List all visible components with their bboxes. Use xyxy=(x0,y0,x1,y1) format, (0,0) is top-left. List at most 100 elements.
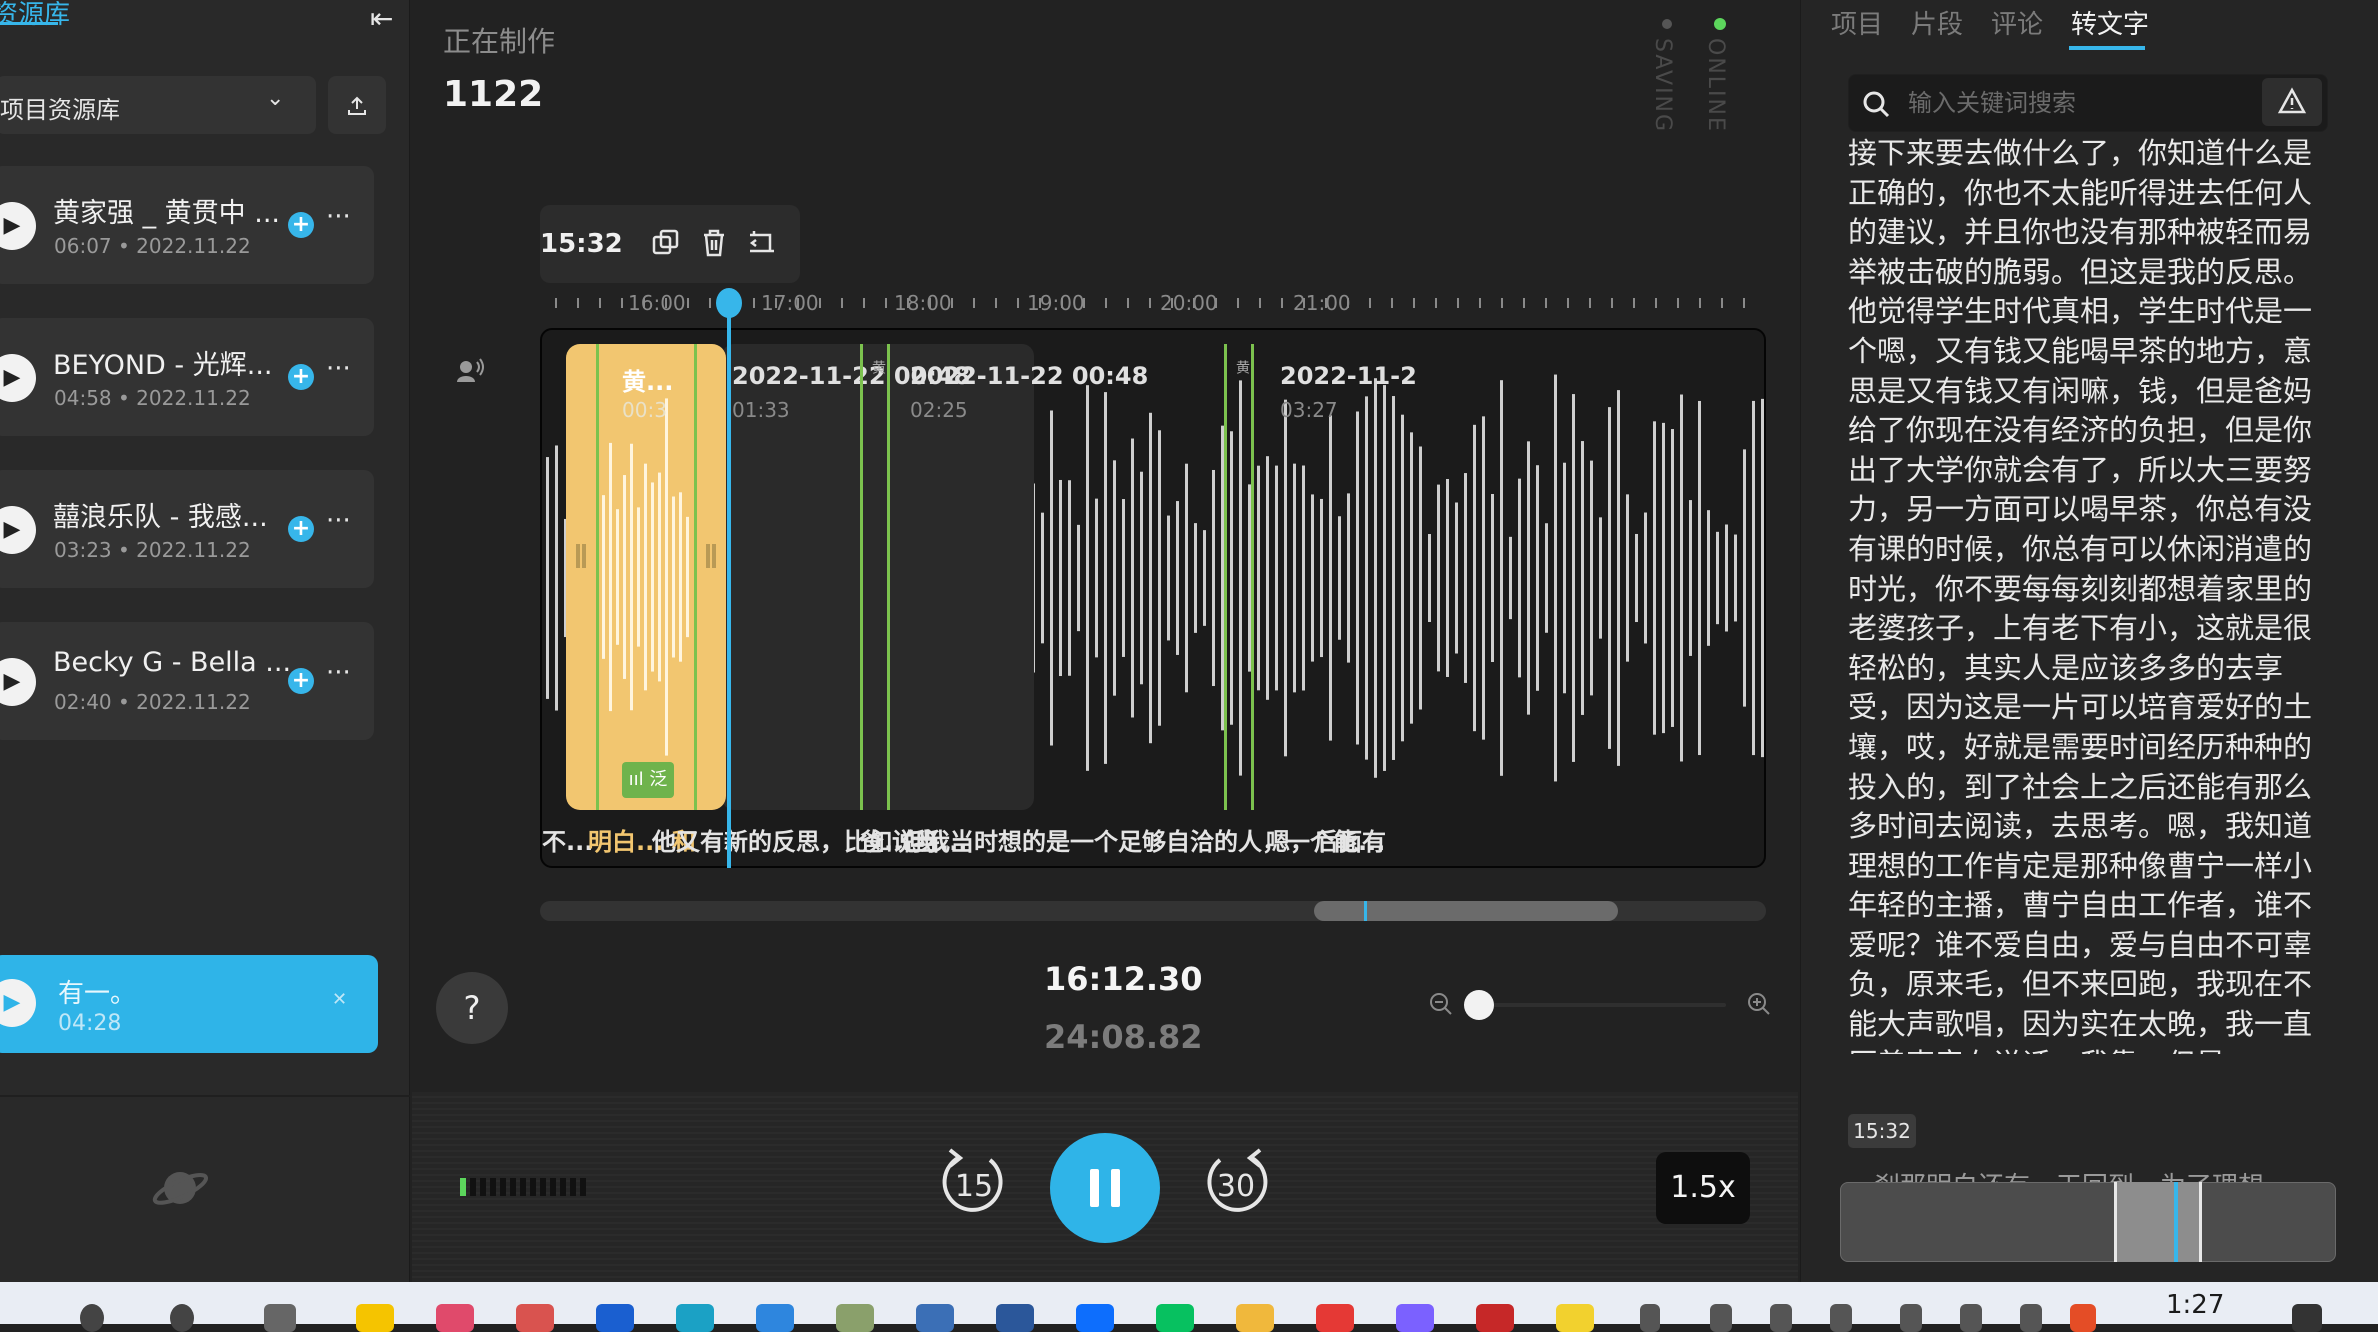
zoom-out-icon[interactable] xyxy=(1428,991,1454,1017)
warning-icon xyxy=(2277,87,2307,114)
now-playing-card[interactable]: ▶ 有一。 04:28 ✕ xyxy=(0,955,378,1053)
app-icon[interactable] xyxy=(2070,1304,2096,1332)
transcript-snippet[interactable]: 不... xyxy=(542,822,593,857)
planet-icon[interactable] xyxy=(150,1158,210,1218)
cortana-icon[interactable] xyxy=(170,1304,194,1332)
more-options-icon[interactable]: ··· xyxy=(326,202,351,232)
close-icon[interactable]: ✕ xyxy=(332,989,347,1010)
ime-icon[interactable] xyxy=(2020,1304,2042,1332)
search-icon[interactable] xyxy=(80,1304,104,1332)
app-icon[interactable] xyxy=(1076,1304,1114,1332)
clip[interactable]: 2022-11-2 03:27 xyxy=(1264,344,1764,810)
tray-icon[interactable] xyxy=(1710,1304,1732,1332)
play-icon[interactable]: ▶ xyxy=(0,506,36,554)
playback-speed-button[interactable]: 1.5x xyxy=(1656,1152,1750,1224)
collapse-sidebar-icon[interactable]: ⇤ xyxy=(370,2,393,35)
playhead[interactable] xyxy=(727,298,731,868)
marker-clip[interactable]: 黄 xyxy=(1224,344,1254,810)
tab-segments[interactable]: 片段 xyxy=(1911,4,1963,41)
zoom-in-icon[interactable] xyxy=(1746,991,1772,1017)
add-track-button[interactable]: + xyxy=(288,668,314,694)
zoom-slider[interactable] xyxy=(1476,1003,1726,1007)
add-track-button[interactable]: + xyxy=(288,364,314,390)
app-icon[interactable] xyxy=(836,1304,874,1332)
word-icon[interactable] xyxy=(996,1304,1034,1332)
app-icon[interactable] xyxy=(756,1304,794,1332)
add-track-button[interactable]: + xyxy=(288,212,314,238)
minimap-playhead xyxy=(2174,1182,2178,1262)
more-options-icon[interactable]: ··· xyxy=(326,354,351,384)
wechat-icon[interactable] xyxy=(1156,1304,1194,1332)
library-select[interactable]: 项目资源库 ⌄ xyxy=(0,76,316,134)
app-icon[interactable] xyxy=(916,1304,954,1332)
playhead-handle[interactable] xyxy=(716,288,742,318)
crop-icon[interactable] xyxy=(744,225,780,261)
app-icon[interactable] xyxy=(676,1304,714,1332)
timeline-scrollbar-thumb[interactable] xyxy=(1314,901,1618,921)
zoom-slider-handle[interactable] xyxy=(1464,990,1494,1020)
more-options-icon[interactable]: ··· xyxy=(326,506,351,536)
report-button[interactable] xyxy=(2262,78,2322,126)
play-icon[interactable]: ▶ xyxy=(0,658,36,706)
upload-button[interactable] xyxy=(328,76,386,134)
rewind-15-button[interactable]: 15 xyxy=(936,1144,1012,1224)
app-icon[interactable] xyxy=(1556,1304,1594,1332)
tray-icon[interactable] xyxy=(1770,1304,1792,1332)
play-icon[interactable]: ▶ xyxy=(0,202,36,250)
timestamp-badge[interactable]: 15:32 xyxy=(1848,1114,1916,1148)
library-title[interactable]: 资源库 xyxy=(0,0,70,31)
speaker-icon[interactable] xyxy=(455,354,485,384)
notification-icon[interactable] xyxy=(2292,1304,2322,1332)
track-card[interactable]: ▶ Becky G - Bella ... 02:40 • 2022.11.22… xyxy=(0,622,374,740)
waveform-timeline[interactable]: 2022-11-22 00:48 01:33 2022-11-22 00:48 … xyxy=(540,328,1766,868)
duplicate-icon[interactable] xyxy=(648,225,684,261)
play-icon[interactable]: ▶ xyxy=(0,979,36,1027)
track-card[interactable]: ▶ 黄家强 _ 黄贯中 ... 06:07 • 2022.11.22 + ··· xyxy=(0,166,374,284)
meter-segment xyxy=(520,1178,526,1196)
app-icon[interactable] xyxy=(1316,1304,1354,1332)
app-icon[interactable] xyxy=(1476,1304,1514,1332)
minimap-viewport[interactable] xyxy=(2114,1182,2202,1262)
pause-button[interactable] xyxy=(1050,1133,1160,1243)
app-icon[interactable] xyxy=(356,1304,394,1332)
pause-icon xyxy=(1090,1169,1120,1207)
transcript-snippet[interactable]: 嗯，后面有 xyxy=(1266,822,1386,857)
os-taskbar xyxy=(0,1282,2378,1332)
transcript-text[interactable]: 接下来要去做什么了，你知道什么是正确的，你也不太能听得进去任何人的建议，并且你也… xyxy=(1848,134,2328,1054)
clip-title: 2022-11-22 00:48 xyxy=(910,362,1149,390)
search-icon xyxy=(1863,91,1890,118)
more-options-icon[interactable]: ··· xyxy=(326,658,351,688)
waveform-bar xyxy=(658,472,661,682)
track-meta: 06:07 • 2022.11.22 xyxy=(54,234,251,258)
volume-icon[interactable] xyxy=(1960,1304,1982,1332)
wifi-icon[interactable] xyxy=(1900,1304,1922,1332)
forward-30-button[interactable]: 30 xyxy=(1198,1144,1274,1224)
meter-segment xyxy=(530,1178,536,1196)
track-card[interactable]: ▶ BEYOND - 光辉... 04:58 • 2022.11.22 + ··… xyxy=(0,318,374,436)
transcript-minimap[interactable] xyxy=(1840,1182,2336,1262)
marker-clip[interactable]: 黄 xyxy=(860,344,890,810)
search-input[interactable] xyxy=(1906,82,2246,124)
track-card[interactable]: ▶ 囍浪乐队 - 我感... 03:23 • 2022.11.22 + ··· xyxy=(0,470,374,588)
app-icon[interactable] xyxy=(596,1304,634,1332)
waveform-bar xyxy=(679,492,682,662)
tab-project[interactable]: 项目 xyxy=(1831,4,1883,41)
waveform-bar xyxy=(546,457,549,699)
app-icon[interactable] xyxy=(1396,1304,1434,1332)
tray-icon[interactable] xyxy=(1830,1304,1852,1332)
add-track-button[interactable]: + xyxy=(288,516,314,542)
tab-comments[interactable]: 评论 xyxy=(1991,4,2043,41)
tab-transcript[interactable]: 转文字 xyxy=(2071,4,2149,41)
task-view-icon[interactable] xyxy=(264,1304,296,1332)
meter-segment xyxy=(480,1178,486,1196)
folder-icon[interactable] xyxy=(1236,1304,1274,1332)
tray-chevron-icon[interactable] xyxy=(1640,1304,1660,1332)
selected-clip[interactable]: 黄... 00:3 ııl 泛 xyxy=(566,344,726,810)
meter-segment xyxy=(570,1178,576,1196)
help-button[interactable]: ? xyxy=(436,972,508,1044)
trash-icon[interactable] xyxy=(696,225,732,261)
play-icon[interactable]: ▶ xyxy=(0,354,36,402)
clip[interactable]: 2022-11-22 00:48 02:25 xyxy=(896,344,1236,810)
app-icon[interactable] xyxy=(516,1304,554,1332)
app-icon[interactable] xyxy=(436,1304,474,1332)
